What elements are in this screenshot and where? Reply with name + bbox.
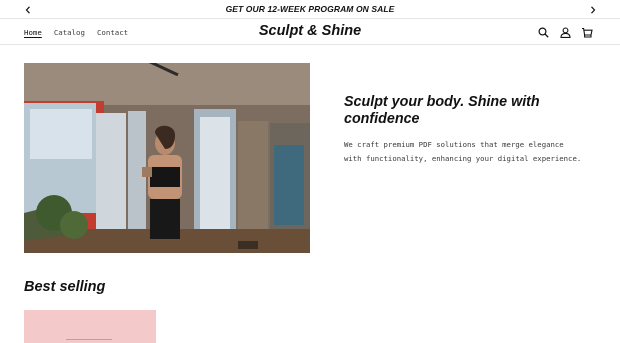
chevron-left-icon — [25, 5, 30, 14]
hero-title: Sculpt your body. Shine with confidence — [344, 94, 540, 127]
cart-button[interactable] — [580, 25, 594, 39]
announcement-message[interactable]: GET OUR 12-WEEK PROGRAM ON SALE — [226, 4, 395, 14]
nav-contact-link[interactable]: Contact — [97, 28, 128, 37]
announcement-prev-button[interactable] — [18, 0, 37, 19]
chevron-right-icon — [590, 5, 595, 14]
main-nav: Home Catalog Contact — [24, 20, 128, 44]
account-icon — [559, 26, 571, 38]
best-selling-title: Best selling — [24, 279, 106, 295]
hero-photo-illustration — [24, 63, 310, 253]
header-icons — [536, 20, 594, 44]
account-button[interactable] — [558, 25, 572, 39]
nav-home-link[interactable]: Home — [24, 28, 42, 37]
site-logo[interactable]: Sculpt & Shine — [259, 23, 361, 39]
announcement-bar: GET OUR 12-WEEK PROGRAM ON SALE — [0, 0, 620, 19]
hero-text-block: Sculpt your body. Shine with confidence … — [344, 94, 584, 166]
cart-icon — [582, 27, 593, 38]
nav-catalog-link[interactable]: Catalog — [54, 28, 85, 37]
product-card-divider — [66, 339, 112, 340]
search-button[interactable] — [536, 25, 550, 39]
announcement-next-button[interactable] — [583, 0, 602, 19]
site-header: Sculpt & Shine Home Catalog Contact — [0, 20, 620, 45]
hero-image — [24, 63, 310, 253]
hero-description: We craft premium PDF solutions that merg… — [344, 140, 582, 163]
product-card[interactable] — [24, 310, 156, 343]
search-icon — [537, 26, 549, 38]
